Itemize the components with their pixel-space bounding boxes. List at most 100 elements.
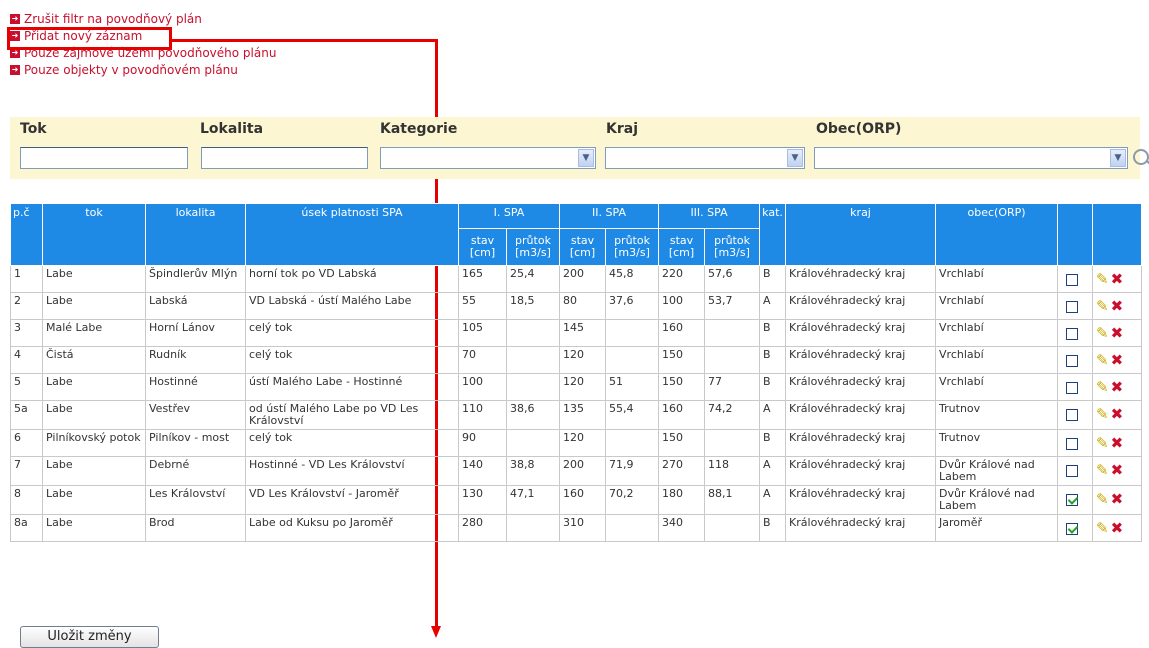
cell-kat: A	[759, 292, 787, 320]
cell-p2	[604, 429, 660, 457]
cell-actions: ✎ ✖	[1092, 292, 1143, 320]
link-label: Zrušit filtr na povodňový plán	[24, 11, 202, 26]
cell-pc: 2	[10, 292, 43, 320]
cell-lokalita: Labská	[145, 292, 246, 320]
cell-kat: B	[759, 346, 787, 374]
row-checkbox[interactable]	[1066, 409, 1079, 421]
table-row: 8 Labe Les Království VD Les Království - J…	[10, 485, 1143, 515]
cell-p3: 88,1	[704, 485, 761, 515]
save-changes-button[interactable]: Uložit změny	[20, 626, 159, 648]
cell-s1: 130	[458, 485, 507, 515]
cell-pc: 1	[10, 265, 43, 293]
row-checkbox[interactable]	[1066, 355, 1079, 367]
cell-s2: 160	[559, 485, 606, 515]
link-objects-only[interactable]: ➜ Pouze objekty v povodňovém plánu	[10, 61, 276, 78]
cell-p2: 71,9	[604, 456, 660, 486]
col-header-obec: obec(ORP)	[935, 203, 1059, 266]
delete-icon[interactable]: ✖	[1111, 492, 1124, 507]
cell-obec: Vrchlabí	[935, 373, 1059, 401]
cell-pc: 7	[10, 456, 43, 486]
cell-s3: 150	[658, 373, 706, 401]
row-checkbox[interactable]	[1066, 328, 1079, 340]
cell-lokalita: Brod	[145, 514, 246, 542]
delete-icon[interactable]: ✖	[1111, 436, 1124, 451]
cell-obec: Trutnov	[935, 400, 1059, 430]
edit-pencil-icon[interactable]: ✎	[1096, 407, 1109, 422]
cell-p2: 55,4	[604, 400, 660, 430]
obec-select[interactable]: ▼	[814, 147, 1128, 169]
search-button[interactable]	[1133, 149, 1149, 169]
delete-icon[interactable]: ✖	[1111, 299, 1124, 314]
cell-pc: 4	[10, 346, 43, 374]
edit-pencil-icon[interactable]: ✎	[1096, 436, 1109, 451]
cell-kat: B	[759, 514, 787, 542]
cell-tok: Labe	[42, 265, 146, 293]
row-checkbox[interactable]	[1066, 274, 1079, 286]
edit-pencil-icon[interactable]: ✎	[1096, 299, 1109, 314]
col-header-stav: stav [cm]	[559, 228, 606, 266]
cell-s1: 280	[458, 514, 507, 542]
cell-s1: 55	[458, 292, 507, 320]
cell-pc: 5	[10, 373, 43, 401]
cell-s2: 120	[559, 373, 606, 401]
lokalita-input[interactable]	[201, 147, 368, 169]
col-header-stav: stav [cm]	[658, 228, 706, 266]
tok-input[interactable]	[20, 147, 188, 169]
edit-pencil-icon[interactable]: ✎	[1096, 521, 1109, 536]
cell-obec: Vrchlabí	[935, 346, 1059, 374]
cell-p1	[506, 514, 560, 542]
cell-select	[1057, 400, 1094, 430]
cell-s1: 110	[458, 400, 507, 430]
delete-icon[interactable]: ✖	[1111, 463, 1124, 478]
row-checkbox[interactable]	[1066, 382, 1079, 394]
cell-p1: 18,5	[506, 292, 560, 320]
cell-s1: 70	[458, 346, 507, 374]
col-header-prutok: průtok [m3/s]	[506, 228, 560, 266]
row-checkbox[interactable]	[1066, 301, 1079, 313]
table-row: 7 Labe Debrné Hostinné - VD Les Království 1…	[10, 456, 1143, 486]
kategorie-select[interactable]: ▼	[380, 147, 596, 169]
delete-icon[interactable]: ✖	[1111, 521, 1124, 536]
cell-obec: Vrchlabí	[935, 265, 1059, 293]
row-checkbox[interactable]	[1066, 438, 1079, 450]
cell-select	[1057, 514, 1094, 542]
row-checkbox[interactable]	[1066, 494, 1079, 506]
cell-usek: celý tok	[245, 319, 459, 347]
link-label: Pouze objekty v povodňovém plánu	[24, 62, 238, 77]
edit-pencil-icon[interactable]: ✎	[1096, 380, 1109, 395]
edit-pencil-icon[interactable]: ✎	[1096, 463, 1109, 478]
link-clear-filter[interactable]: ➜ Zrušit filtr na povodňový plán	[10, 10, 276, 27]
delete-icon[interactable]: ✖	[1111, 326, 1124, 341]
cell-s1: 140	[458, 456, 507, 486]
cell-kat: A	[759, 456, 787, 486]
cell-kat: B	[759, 373, 787, 401]
cell-lokalita: Les Království	[145, 485, 246, 515]
kraj-select[interactable]: ▼	[605, 147, 805, 169]
delete-icon[interactable]: ✖	[1111, 353, 1124, 368]
edit-pencil-icon[interactable]: ✎	[1096, 272, 1109, 287]
cell-kraj: Královéhradecký kraj	[785, 400, 937, 430]
row-checkbox[interactable]	[1066, 523, 1079, 535]
cell-s1: 100	[458, 373, 507, 401]
cell-p1	[506, 319, 560, 347]
cell-lokalita: Pilníkov - most	[145, 429, 246, 457]
highlight-box	[7, 27, 172, 50]
cell-pc: 6	[10, 429, 43, 457]
delete-icon[interactable]: ✖	[1111, 380, 1124, 395]
arrow-right-icon: ➜	[10, 13, 20, 24]
table-row: 5 Labe Hostinné ústí Malého Labe - Hostinné…	[10, 373, 1143, 401]
cell-actions: ✎ ✖	[1092, 319, 1143, 347]
cell-p2: 45,8	[604, 265, 660, 293]
delete-icon[interactable]: ✖	[1111, 272, 1124, 287]
edit-pencil-icon[interactable]: ✎	[1096, 492, 1109, 507]
cell-actions: ✎ ✖	[1092, 346, 1143, 374]
cell-pc: 3	[10, 319, 43, 347]
edit-pencil-icon[interactable]: ✎	[1096, 326, 1109, 341]
edit-pencil-icon[interactable]: ✎	[1096, 353, 1109, 368]
cell-select	[1057, 319, 1094, 347]
cell-kraj: Královéhradecký kraj	[785, 429, 937, 457]
delete-icon[interactable]: ✖	[1111, 407, 1124, 422]
cell-kraj: Královéhradecký kraj	[785, 292, 937, 320]
cell-kraj: Královéhradecký kraj	[785, 456, 937, 486]
row-checkbox[interactable]	[1066, 465, 1079, 477]
